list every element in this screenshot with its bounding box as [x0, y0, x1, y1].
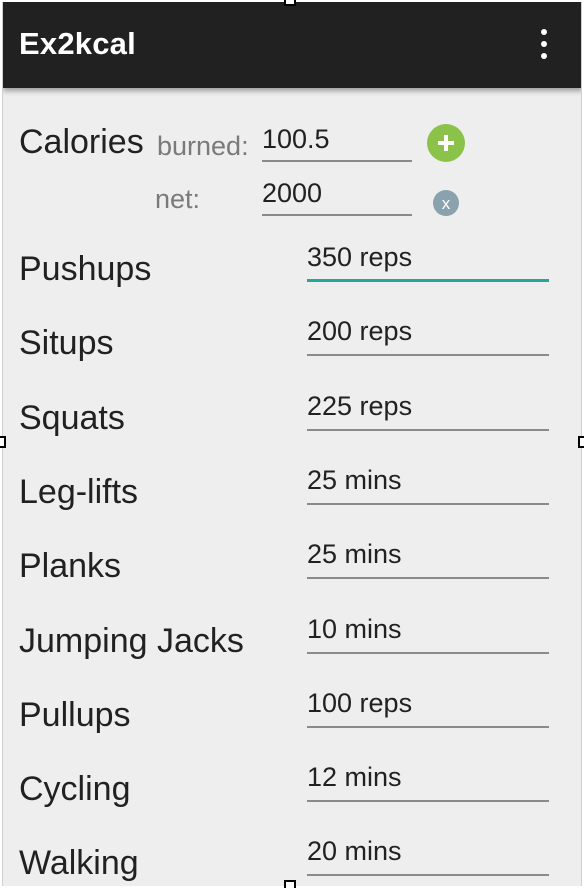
- exercise-label: Walking: [19, 844, 139, 882]
- net-label: net:: [155, 184, 201, 214]
- exercise-label: Squats: [19, 399, 125, 437]
- resize-handle-top: [284, 0, 296, 6]
- exercise-label: Cycling: [19, 770, 131, 808]
- exercise-label: Planks: [19, 547, 122, 585]
- burned-input[interactable]: [262, 120, 412, 155]
- exercise-row: Pullups: [3, 680, 581, 754]
- plus-circle-icon: [438, 135, 454, 151]
- net-field[interactable]: [262, 174, 412, 216]
- exercise-amount-input[interactable]: [307, 834, 549, 867]
- clear-circle-icon: x: [441, 193, 451, 213]
- exercise-field[interactable]: [307, 314, 549, 356]
- exercise-row: Situps: [3, 308, 581, 382]
- exercise-amount-input[interactable]: [307, 463, 549, 496]
- app-title: Ex2kcal: [19, 26, 136, 61]
- exercise-field[interactable]: [307, 389, 549, 431]
- exercise-field[interactable]: [307, 537, 549, 579]
- overflow-dot: [541, 53, 547, 59]
- exercise-field[interactable]: [307, 834, 549, 876]
- exercise-row: Planks: [3, 531, 581, 605]
- app-bar: Ex2kcal: [3, 2, 581, 88]
- exercise-row: Leg-lifts: [3, 457, 581, 531]
- exercise-amount-input[interactable]: [307, 314, 549, 347]
- burned-field[interactable]: [262, 120, 412, 162]
- exercise-field[interactable]: [307, 463, 549, 505]
- calories-label: Calories: [19, 123, 144, 161]
- exercise-row: Jumping Jacks: [3, 606, 581, 680]
- exercise-label: Pushups: [19, 250, 152, 288]
- overflow-dot: [541, 29, 547, 35]
- exercise-amount-input[interactable]: [307, 240, 549, 273]
- exercise-amount-input[interactable]: [307, 537, 549, 570]
- exercise-amount-input[interactable]: [307, 389, 549, 422]
- exercise-row: Pushups: [3, 234, 581, 308]
- exercise-amount-input[interactable]: [307, 760, 549, 793]
- resize-handle-bottom: [284, 880, 296, 888]
- exercise-row: Cycling: [3, 754, 581, 828]
- overflow-dot: [541, 41, 547, 47]
- exercise-label: Situps: [19, 324, 114, 362]
- overflow-menu-icon[interactable]: [529, 24, 559, 64]
- exercise-row: Walking: [3, 828, 581, 886]
- add-calories-button[interactable]: [427, 124, 465, 162]
- app-window: Ex2kcal Calories burned: net: x Pushups S…: [2, 2, 582, 886]
- exercise-label: Pullups: [19, 696, 131, 734]
- exercise-row: Squats: [3, 383, 581, 457]
- clear-calories-button[interactable]: x: [433, 190, 459, 216]
- exercise-field[interactable]: [307, 760, 549, 802]
- exercise-amount-input[interactable]: [307, 612, 549, 645]
- exercise-amount-input[interactable]: [307, 686, 549, 719]
- resize-handle-right: [578, 436, 584, 448]
- exercise-field[interactable]: [307, 240, 549, 282]
- resize-handle-left: [0, 436, 6, 448]
- burned-label: burned:: [157, 131, 249, 161]
- exercise-label: Leg-lifts: [19, 473, 139, 511]
- exercise-field[interactable]: [307, 612, 549, 654]
- net-input[interactable]: [262, 174, 412, 209]
- exercise-field[interactable]: [307, 686, 549, 728]
- exercise-label: Jumping Jacks: [19, 622, 244, 660]
